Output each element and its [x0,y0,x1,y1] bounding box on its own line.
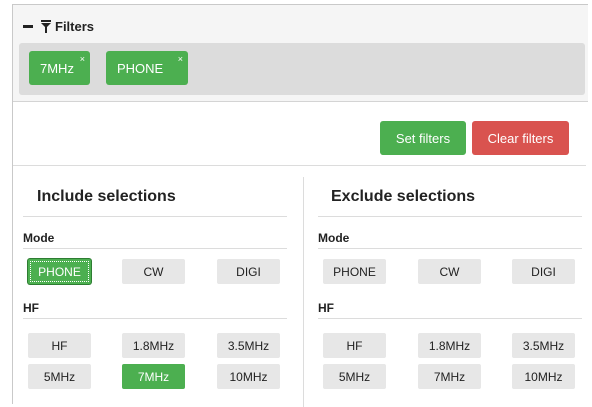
divider [23,248,287,249]
include-hf-label: HF [23,301,39,315]
divider [23,318,287,319]
exclude-band-1-8mhz-button[interactable]: 1.8MHz [418,333,481,358]
include-mode-digi-button[interactable]: DIGI [217,259,280,284]
exclude-band-5mhz-button[interactable]: 5MHz [323,364,386,389]
minus-icon[interactable] [23,24,33,28]
chip-label: PHONE [117,60,164,76]
exclude-band-hf-button[interactable]: HF [323,333,386,358]
filters-title-row[interactable]: Filters [23,17,94,35]
exclude-mode-cw-button[interactable]: CW [418,259,481,284]
chip-label: 7MHz [40,60,74,76]
exclude-title: Exclude selections [331,188,476,205]
close-icon[interactable]: × [80,54,85,64]
exclude-hf-label: HF [318,301,334,315]
exclude-band-10mhz-button[interactable]: 10MHz [512,364,575,389]
filters-panel: Filters 7MHz × PHONE × Set filters Clear… [12,4,588,407]
include-mode-label: Mode [23,231,55,245]
filter-chip[interactable]: 7MHz × [29,51,90,85]
include-mode-cw-button[interactable]: CW [122,259,185,284]
include-band-hf-button[interactable]: HF [28,333,91,358]
include-band-5mhz-button[interactable]: 5MHz [28,364,91,389]
exclude-mode-phone-button[interactable]: PHONE [323,259,386,284]
clear-filters-button[interactable]: Clear filters [472,121,569,155]
include-band-3-5mhz-button[interactable]: 3.5MHz [217,333,280,358]
active-filter-chips: 7MHz × PHONE × [19,43,585,95]
divider [318,248,582,249]
include-band-10mhz-button[interactable]: 10MHz [217,364,280,389]
divider [318,318,582,319]
include-title: Include selections [37,188,176,205]
exclude-mode-label: Mode [318,231,350,245]
include-band-7mhz-button[interactable]: 7MHz [122,364,185,389]
close-icon[interactable]: × [178,54,183,64]
divider [318,216,582,217]
set-filters-button[interactable]: Set filters [380,121,466,155]
include-band-1-8mhz-button[interactable]: 1.8MHz [122,333,185,358]
exclude-band-7mhz-button[interactable]: 7MHz [418,364,481,389]
include-mode-phone-button[interactable]: PHONE [28,259,91,284]
exclude-mode-digi-button[interactable]: DIGI [512,259,575,284]
filters-title: Filters [55,18,95,34]
exclude-band-3-5mhz-button[interactable]: 3.5MHz [512,333,575,358]
filters-header: Filters 7MHz × PHONE × [13,5,588,102]
filter-chip[interactable]: PHONE × [106,51,188,85]
divider [23,216,287,217]
funnel-icon [41,19,51,33]
column-divider [303,177,304,407]
divider [13,165,586,166]
